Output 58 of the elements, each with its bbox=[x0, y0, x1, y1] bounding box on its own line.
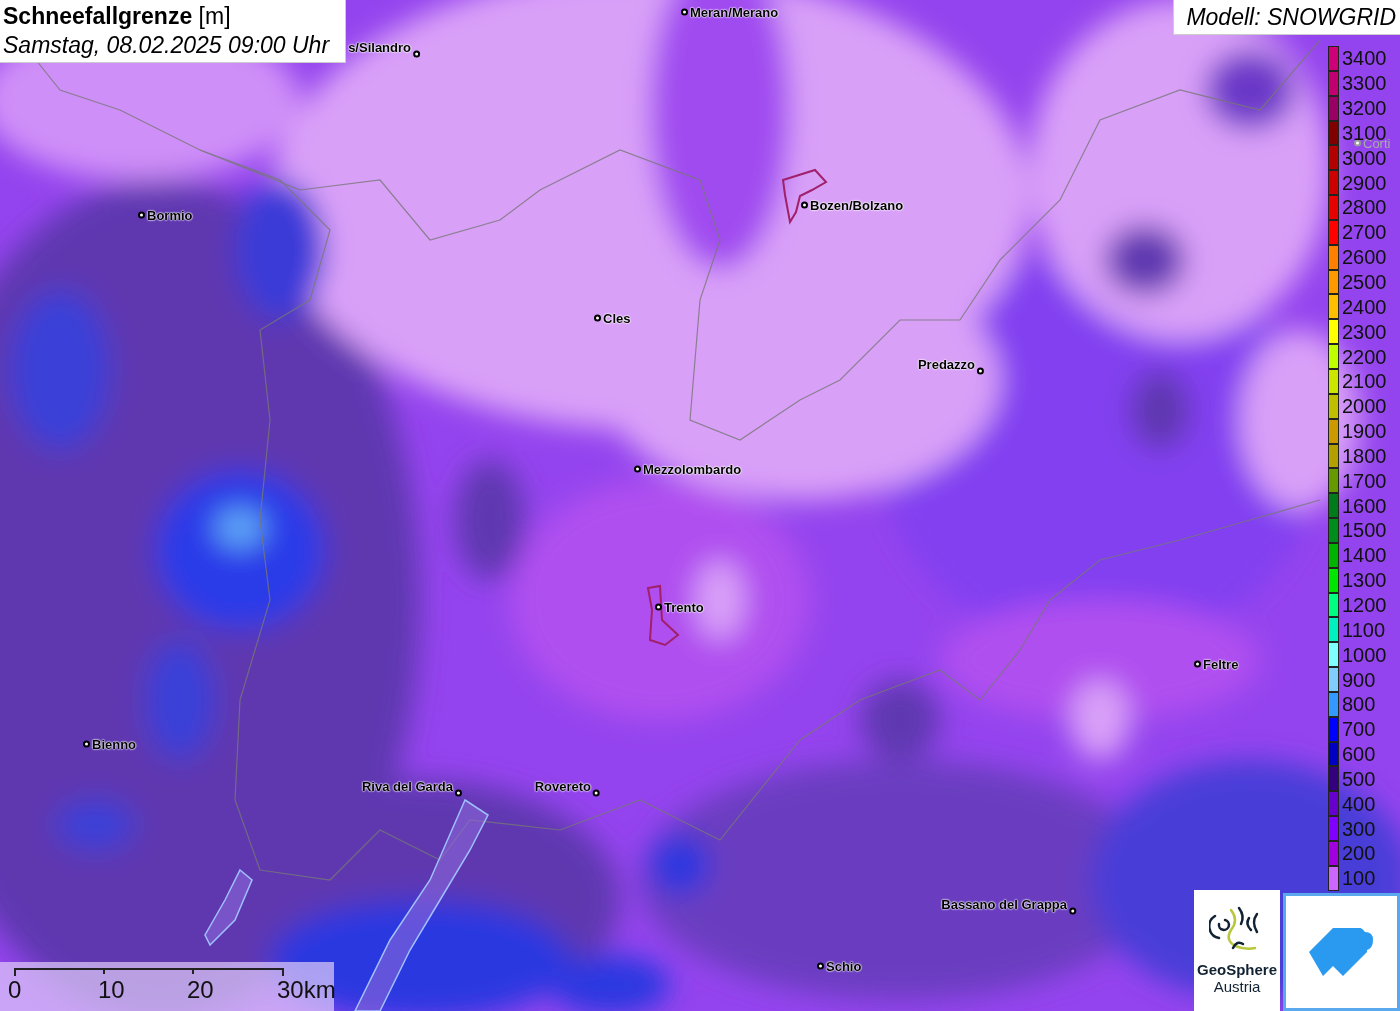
legend-label: 3400 bbox=[1342, 48, 1387, 69]
place-label: Cles bbox=[603, 310, 631, 326]
legend-label: 1300 bbox=[1342, 570, 1387, 591]
legend-label: 2000 bbox=[1342, 396, 1387, 417]
legend-label: 400 bbox=[1342, 793, 1376, 814]
legend-label: 600 bbox=[1342, 744, 1376, 765]
place-label: Bozen/Bolzano bbox=[810, 197, 904, 213]
legend-label: 700 bbox=[1342, 719, 1376, 740]
legend-label: 300 bbox=[1342, 818, 1376, 839]
legend-label: 2800 bbox=[1342, 197, 1387, 218]
legend-label: 2600 bbox=[1342, 247, 1387, 268]
model-label: Modell: SNOWGRID bbox=[1173, 0, 1400, 35]
scale-label: 10 bbox=[98, 976, 126, 1004]
legend-label: 3200 bbox=[1342, 98, 1387, 119]
place-label: Riva del Garda bbox=[361, 778, 453, 794]
legend-label: 1600 bbox=[1342, 495, 1387, 516]
forecast-time: Samstag, 08.02.2025 09:00 Uhr bbox=[3, 32, 331, 59]
scale-label: 30km bbox=[277, 976, 337, 1004]
legend-label: 200 bbox=[1342, 843, 1376, 864]
scale-label: 0 bbox=[8, 976, 23, 1004]
place-label: Feltre bbox=[1203, 656, 1239, 672]
legend-label: 800 bbox=[1342, 694, 1376, 715]
legend-label: 2900 bbox=[1342, 172, 1387, 193]
place-label: Mezzolombardo bbox=[643, 461, 742, 477]
place-label: s/Silandro bbox=[348, 39, 411, 55]
legend-label: 1100 bbox=[1342, 619, 1385, 640]
scale-ruler-icon bbox=[14, 966, 286, 976]
map-title: Schneefallgrenze [m] bbox=[3, 3, 232, 30]
legend-label: 2400 bbox=[1342, 296, 1387, 317]
legend-label: 500 bbox=[1342, 768, 1376, 789]
legend-label: 1200 bbox=[1342, 595, 1387, 615]
legend-label: 2100 bbox=[1342, 371, 1387, 392]
legend-label: 2500 bbox=[1342, 272, 1387, 292]
place-label: Meran/Merano bbox=[690, 4, 779, 20]
place-label: Bormio bbox=[147, 207, 193, 223]
legend-label: 2200 bbox=[1342, 346, 1387, 367]
place-label: Predazzo bbox=[917, 356, 975, 372]
legend-label: 1400 bbox=[1342, 545, 1387, 566]
logo-name: GeoSphere bbox=[1197, 962, 1277, 979]
mountain-cloud-icon bbox=[1308, 928, 1375, 976]
legend-label: 1500 bbox=[1342, 520, 1387, 541]
legend-label: 100 bbox=[1342, 868, 1376, 889]
legend-label: 3300 bbox=[1342, 73, 1387, 94]
place-label: Bassano del Grappa bbox=[941, 896, 1067, 912]
logo-country: Austria bbox=[1213, 978, 1261, 995]
legend-label: 1800 bbox=[1342, 445, 1387, 466]
legend-label: 900 bbox=[1342, 669, 1376, 690]
place-label: Schio bbox=[826, 958, 862, 974]
scale-label: 20 bbox=[187, 976, 215, 1004]
legend-label: 3000 bbox=[1342, 147, 1387, 168]
legend-label: 1000 bbox=[1342, 644, 1387, 665]
place-label: Trento bbox=[664, 599, 704, 615]
legend-label: 1900 bbox=[1342, 421, 1387, 442]
place-label: Bienno bbox=[92, 736, 137, 752]
legend-label: 1700 bbox=[1342, 470, 1387, 491]
legend-label: 2300 bbox=[1342, 321, 1387, 342]
place-label: Rovereto bbox=[534, 778, 591, 794]
legend-label: 2700 bbox=[1342, 222, 1387, 243]
